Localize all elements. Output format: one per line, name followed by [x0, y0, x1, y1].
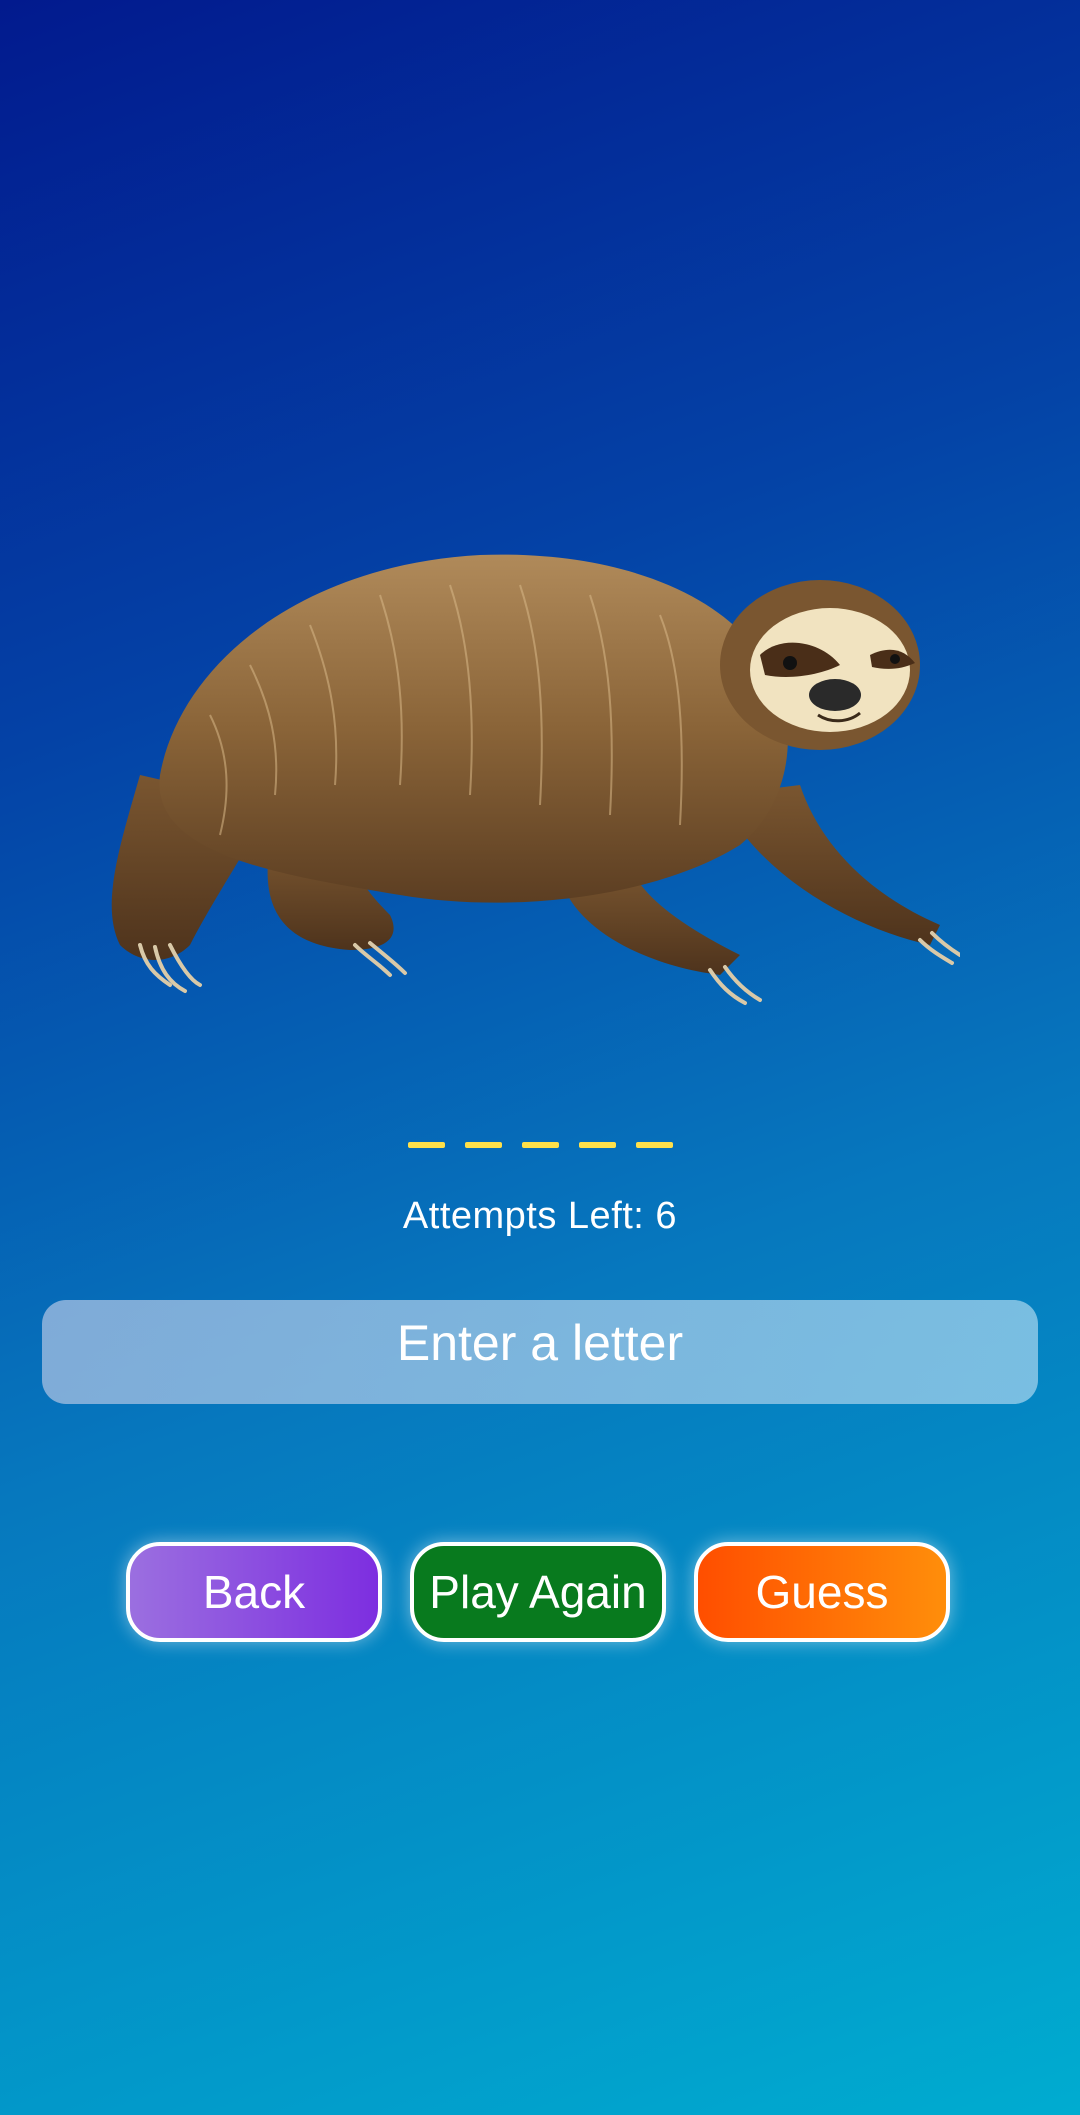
word-blanks [0, 1130, 1080, 1160]
attempts-left-label: Attempts Left: 6 [402, 1195, 678, 1237]
sloth-image [111, 554, 960, 1005]
letter-blank [635, 1142, 673, 1148]
button-row: Back Play Again Guess [0, 1542, 1080, 1646]
back-button[interactable]: Back [126, 1542, 382, 1642]
play-again-button[interactable]: Play Again [410, 1542, 666, 1642]
letter-blank [521, 1142, 559, 1148]
letter-blank [464, 1142, 502, 1148]
letter-blank [578, 1142, 616, 1148]
letter-blank [407, 1142, 445, 1148]
guess-button[interactable]: Guess [694, 1542, 950, 1642]
game-screen: Attempts Left: 6 Back Play Again Guess [0, 0, 1080, 2115]
letter-input[interactable] [42, 1300, 1038, 1404]
